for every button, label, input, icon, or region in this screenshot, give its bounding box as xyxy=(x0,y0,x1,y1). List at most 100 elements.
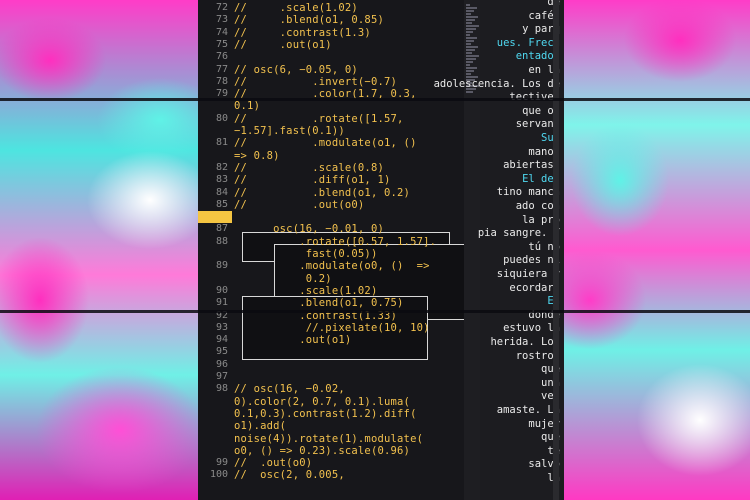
line-number: 75 xyxy=(215,38,228,50)
text-line: estuvo la xyxy=(503,322,560,335)
code-line[interactable]: o1).add( xyxy=(234,420,286,432)
minimap-line xyxy=(466,28,476,30)
code-line[interactable]: o0, () => 0.23).scale(0.96) xyxy=(234,445,410,457)
line-number: 99 xyxy=(215,457,228,469)
minimap-line xyxy=(466,22,472,24)
minimap-line xyxy=(466,61,473,63)
code-line[interactable]: noise(4)).rotate(1).modulate( xyxy=(234,433,423,445)
code-line[interactable]: // .modulate(o1, () xyxy=(234,137,417,149)
code-line[interactable]: // .scale(0.8) xyxy=(234,162,384,174)
code-line[interactable]: // .contrast(1.3) xyxy=(234,27,371,39)
minimap-line xyxy=(466,25,479,27)
minimap-line xyxy=(466,67,477,69)
line-number: 85 xyxy=(215,198,228,210)
minimap-line xyxy=(466,91,473,93)
line-number: 88 xyxy=(215,235,228,247)
text-line: puedes ni xyxy=(503,254,560,267)
code-line[interactable]: //.pixelate(10, 10) xyxy=(234,322,430,334)
code-line[interactable]: .modulate(o0, () => xyxy=(234,260,430,272)
text-line: abiertas. xyxy=(503,159,560,172)
code-line[interactable]: // .out(o1) xyxy=(234,39,332,51)
line-number: 97 xyxy=(215,371,228,382)
line-number: 76 xyxy=(215,51,228,63)
text-line: pia sangre. Y xyxy=(477,227,560,240)
minimap-line xyxy=(466,64,470,66)
line-number: 100 xyxy=(209,469,228,481)
code-line[interactable]: // .blend(o1, 0.85) xyxy=(234,14,384,26)
minimap-line xyxy=(466,46,478,48)
minimap-line xyxy=(466,31,473,33)
text-line: ues. Frecu xyxy=(496,36,560,49)
text-line: amaste. La xyxy=(496,404,560,416)
code-line[interactable]: .rotate([0.57, 1.57]. xyxy=(234,236,436,248)
minimap[interactable] xyxy=(464,0,480,500)
minimap-line xyxy=(466,55,479,57)
line-number: 78 xyxy=(215,75,228,87)
minimap-line xyxy=(466,34,470,36)
line-number: 96 xyxy=(215,358,228,370)
minimap-line xyxy=(466,13,471,15)
code-line[interactable]: 0.1,0.3).contrast(1.2).diff( xyxy=(234,408,417,420)
minimap-line xyxy=(466,40,474,42)
code-line[interactable]: // .blend(o1, 0.2) xyxy=(234,187,410,199)
line-number: 74 xyxy=(215,26,228,38)
code-line[interactable]: // osc(2, 0.005, xyxy=(234,469,345,481)
current-line-highlight xyxy=(198,211,232,224)
screen-seam-top xyxy=(0,98,750,101)
code-line[interactable]: => 0.8) xyxy=(234,150,280,162)
code-line[interactable]: osc(16, −0.01, 0) xyxy=(234,223,384,235)
code-line[interactable]: .scale(1.02) xyxy=(234,285,377,297)
code-line[interactable]: // .invert(−0.7) xyxy=(234,76,397,88)
line-number: 89 xyxy=(215,260,228,272)
screen-seam-bottom xyxy=(0,310,750,313)
right-visual xyxy=(560,0,750,500)
code-line[interactable]: fast(0.05)) xyxy=(234,248,378,260)
minimap-line xyxy=(466,10,474,12)
code-line[interactable]: .blend(o1, 0.75) xyxy=(234,297,404,309)
editor-window: 7273747576777879808182838485868788899091… xyxy=(198,0,564,500)
line-number: 91 xyxy=(215,297,228,309)
line-gutter: 7273747576777879808182838485868788899091… xyxy=(198,0,234,500)
line-number: 83 xyxy=(215,174,228,186)
line-number: 82 xyxy=(215,161,228,173)
code-line[interactable]: .out(o1) xyxy=(234,334,351,346)
code-line[interactable]: // osc(6, −0.05, 0) xyxy=(234,64,358,76)
line-number: 81 xyxy=(215,137,228,149)
code-line[interactable]: // osc(16, −0.02, xyxy=(234,383,345,395)
line-number: 87 xyxy=(215,223,228,235)
minimap-line xyxy=(466,4,470,6)
line-number: 98 xyxy=(215,383,228,395)
line-number: 94 xyxy=(215,334,228,346)
line-number: 93 xyxy=(215,321,228,333)
line-number: 80 xyxy=(215,112,228,124)
text-line: siquiera r xyxy=(496,268,560,280)
text-line: adolescencia. Los de xyxy=(433,77,560,90)
minimap-line xyxy=(466,7,477,9)
code-line[interactable]: // .out(o0) xyxy=(234,199,364,211)
text-line: herida. Los xyxy=(490,336,560,348)
minimap-line xyxy=(466,49,475,51)
code-line[interactable]: 0).color(2, 0.7, 0.1).luma( xyxy=(234,396,410,408)
code-line[interactable]: 0.1) xyxy=(234,100,260,112)
code-line[interactable]: 0.2) xyxy=(234,273,332,285)
text-panel: decafésy parques. Frecuentadosen laadole… xyxy=(434,0,564,500)
code-line[interactable]: // .scale(1.02) xyxy=(234,2,358,14)
line-number: 72 xyxy=(215,2,228,13)
code-line[interactable]: // .rotate([1.57, xyxy=(234,113,404,125)
left-visual xyxy=(0,0,200,500)
minimap-line xyxy=(466,37,477,39)
minimap-line xyxy=(466,16,478,18)
code-line[interactable]: // .out(o0) xyxy=(234,457,312,469)
line-number: 77 xyxy=(215,63,228,75)
line-number: 84 xyxy=(215,186,228,198)
scrollbar[interactable] xyxy=(553,0,559,500)
minimap-line xyxy=(466,52,472,54)
minimap-line xyxy=(466,19,475,21)
line-number: 95 xyxy=(215,346,228,358)
code-line[interactable]: −1.57].fast(0.1)) xyxy=(234,125,345,137)
line-number: 90 xyxy=(215,284,228,296)
minimap-line xyxy=(466,73,471,75)
code-line[interactable]: // .diff(o1, 1) xyxy=(234,174,391,186)
line-number: 73 xyxy=(215,14,228,26)
code-editor[interactable]: // .scale(1.02)// .blend(o1, 0.85)// .co… xyxy=(234,0,480,500)
